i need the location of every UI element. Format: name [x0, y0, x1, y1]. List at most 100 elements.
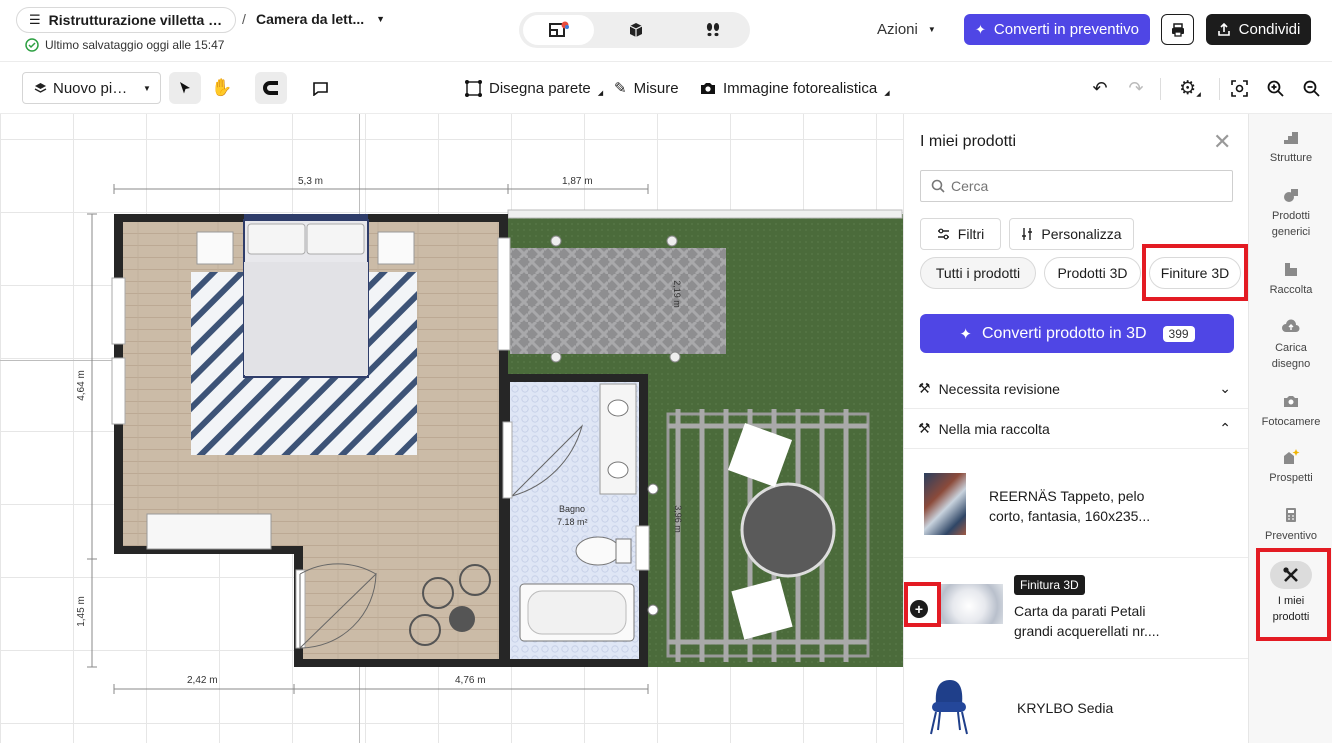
rail-cameras[interactable]: Fotocamere: [1249, 392, 1332, 430]
convert-to-quote-button[interactable]: ✦ Converti in preventivo: [964, 14, 1150, 45]
view-2d-button[interactable]: [523, 15, 594, 45]
dimension-left-top: 4,64 m: [75, 370, 87, 401]
section-in-collection[interactable]: ⚒ Nella mia raccolta ⌃: [904, 409, 1249, 449]
product-item[interactable]: REERNÄS Tappeto, pelo corto, fantasia, 1…: [904, 456, 1249, 558]
patio-dimension: 2,19 m: [671, 280, 682, 308]
save-status: Ultimo salvataggio oggi alle 15:47: [25, 38, 224, 52]
close-icon[interactable]: ✕: [1213, 129, 1231, 155]
highlight-box-rail: [1256, 548, 1331, 641]
product-item[interactable]: + Finitura 3D Carta da parati Petali gra…: [904, 558, 1249, 659]
draw-wall-button[interactable]: Disegna parete ◢: [465, 79, 603, 97]
pan-tool-button[interactable]: ✋: [206, 72, 238, 104]
comment-icon: [312, 81, 328, 96]
redo-icon: ↷: [1128, 77, 1144, 98]
room-title-dropdown[interactable]: Camera da lett... ▼: [256, 11, 385, 27]
share-label: Condividi: [1238, 21, 1301, 38]
pergola-dimension: 3,96 m: [672, 505, 683, 533]
floorplan-canvas[interactable]: 5,3 m 1,87 m 4,64 m 1,45 m 2,42 m 4,76 m…: [0, 114, 903, 743]
zoom-out-button[interactable]: [1295, 72, 1327, 104]
floor-select[interactable]: Nuovo pia... ▼: [22, 72, 161, 104]
chip-3d-products-label: Prodotti 3D: [1057, 265, 1128, 281]
filters-label: Filtri: [957, 226, 985, 242]
product-item[interactable]: KRYLBO Sedia: [904, 659, 1249, 743]
dropdown-corner-icon: ◢: [1196, 91, 1201, 98]
sparkle-icon: ✦: [975, 21, 986, 37]
bathroom-label: Bagno: [559, 504, 586, 514]
sparkle-icon: ✦: [959, 325, 972, 343]
undo-button[interactable]: ↶: [1084, 72, 1116, 104]
dimension-left-bottom: 1,45 m: [75, 596, 87, 627]
magnet-tool-button[interactable]: [255, 72, 287, 104]
chevron-down-icon: ▼: [927, 25, 936, 34]
save-status-text: Ultimo salvataggio oggi alle 15:47: [45, 38, 225, 52]
filters-button[interactable]: Filtri: [920, 218, 1001, 250]
menu-icon[interactable]: ☰: [29, 12, 41, 28]
zoom-in-button[interactable]: [1259, 72, 1291, 104]
search-input[interactable]: [951, 178, 1221, 194]
adjust-icon: [1022, 228, 1033, 240]
chip-3d-products[interactable]: Prodotti 3D: [1044, 257, 1141, 289]
floorplan-drawing: [87, 184, 903, 694]
cursor-icon: [180, 82, 190, 94]
right-rail: Strutture Prodotti generici Raccolta Car…: [1248, 114, 1332, 743]
comment-tool-button[interactable]: [304, 72, 336, 104]
footsteps-icon: [706, 23, 719, 37]
dimension-top-left: 5,3 m: [298, 176, 324, 187]
rail-upload-drawing-label: Carica disegno: [1271, 342, 1311, 370]
share-button[interactable]: Condividi: [1206, 14, 1311, 45]
dimension-bottom-right: 4,76 m: [455, 675, 486, 686]
measures-button[interactable]: ✎ Misure: [614, 79, 679, 98]
floorplan-2d-icon: [548, 21, 569, 37]
rail-generic-products-label: Prodotti generici: [1271, 210, 1311, 238]
section-needs-review-label: Necessita revisione: [938, 380, 1060, 397]
view-walk-button[interactable]: [677, 15, 748, 45]
toolbar: Nuovo pia... ▼ ✋ Disegna parete ◢ ✎ Misu…: [0, 62, 1332, 114]
section-needs-review[interactable]: ⚒ Necessita revisione ⌄: [904, 369, 1249, 409]
photorealistic-image-label: Immagine fotorealistica: [723, 79, 878, 97]
rail-generic-products[interactable]: Prodotti generici: [1249, 186, 1332, 240]
rail-cameras-label: Fotocamere: [1261, 416, 1321, 428]
product-thumbnail: [930, 680, 968, 735]
customize-button[interactable]: Personalizza: [1009, 218, 1134, 250]
product-thumbnail: [941, 584, 1003, 624]
highlight-box-add: [904, 582, 941, 627]
toolbar-divider: [1219, 78, 1220, 100]
select-tool-button[interactable]: [169, 72, 201, 104]
rail-elevations[interactable]: Prospetti: [1249, 448, 1332, 486]
view-3d-button[interactable]: [600, 15, 671, 45]
rail-upload-drawing[interactable]: Carica disegno: [1249, 318, 1332, 372]
hand-icon: ✋: [211, 78, 233, 97]
chip-all-products[interactable]: Tutti i prodotti: [920, 257, 1036, 289]
dimension-bottom-left: 2,42 m: [187, 675, 218, 686]
breadcrumb-separator: /: [242, 11, 246, 27]
rail-structures-label: Strutture: [1269, 152, 1313, 164]
search-box[interactable]: [920, 170, 1233, 202]
section-in-collection-label: Nella mia raccolta: [938, 420, 1050, 437]
rail-structures[interactable]: Strutture: [1249, 128, 1332, 166]
product-thumbnail: [924, 473, 966, 535]
search-icon: [931, 179, 945, 193]
rail-collection-label: Raccolta: [1269, 284, 1313, 296]
fit-view-button[interactable]: [1223, 72, 1255, 104]
convert-product-3d-button[interactable]: ✦ Converti prodotto in 3D 399: [920, 314, 1234, 353]
building-icon: [1285, 263, 1297, 276]
app: ☰ Ristrutturazione villetta a ... / Came…: [0, 0, 1332, 743]
settings-button[interactable]: ⚙ ◢: [1170, 72, 1210, 104]
magnet-icon: [263, 81, 278, 95]
photorealistic-image-button[interactable]: Immagine fotorealistica ◢: [700, 79, 890, 97]
view-mode-switch: [519, 12, 750, 48]
share-icon: [1217, 22, 1230, 36]
rail-quote[interactable]: Preventivo: [1249, 506, 1332, 544]
actions-menu[interactable]: Azioni ▼: [877, 21, 936, 38]
print-button[interactable]: [1161, 14, 1194, 45]
redo-button[interactable]: ↷: [1120, 72, 1152, 104]
convert-product-3d-label: Converti prodotto in 3D: [982, 324, 1147, 342]
undo-icon: ↶: [1092, 77, 1108, 98]
zoom-in-icon: [1267, 80, 1284, 97]
rail-collection[interactable]: Raccolta: [1249, 260, 1332, 298]
project-title-pill[interactable]: ☰ Ristrutturazione villetta a ...: [16, 7, 236, 33]
tools-icon: ⚒: [918, 380, 931, 396]
dropdown-corner-icon: ◢: [597, 90, 604, 97]
toolbar-divider: [1160, 78, 1161, 100]
product-name: Carta da parati Petali grandi acquerella…: [1014, 603, 1160, 639]
